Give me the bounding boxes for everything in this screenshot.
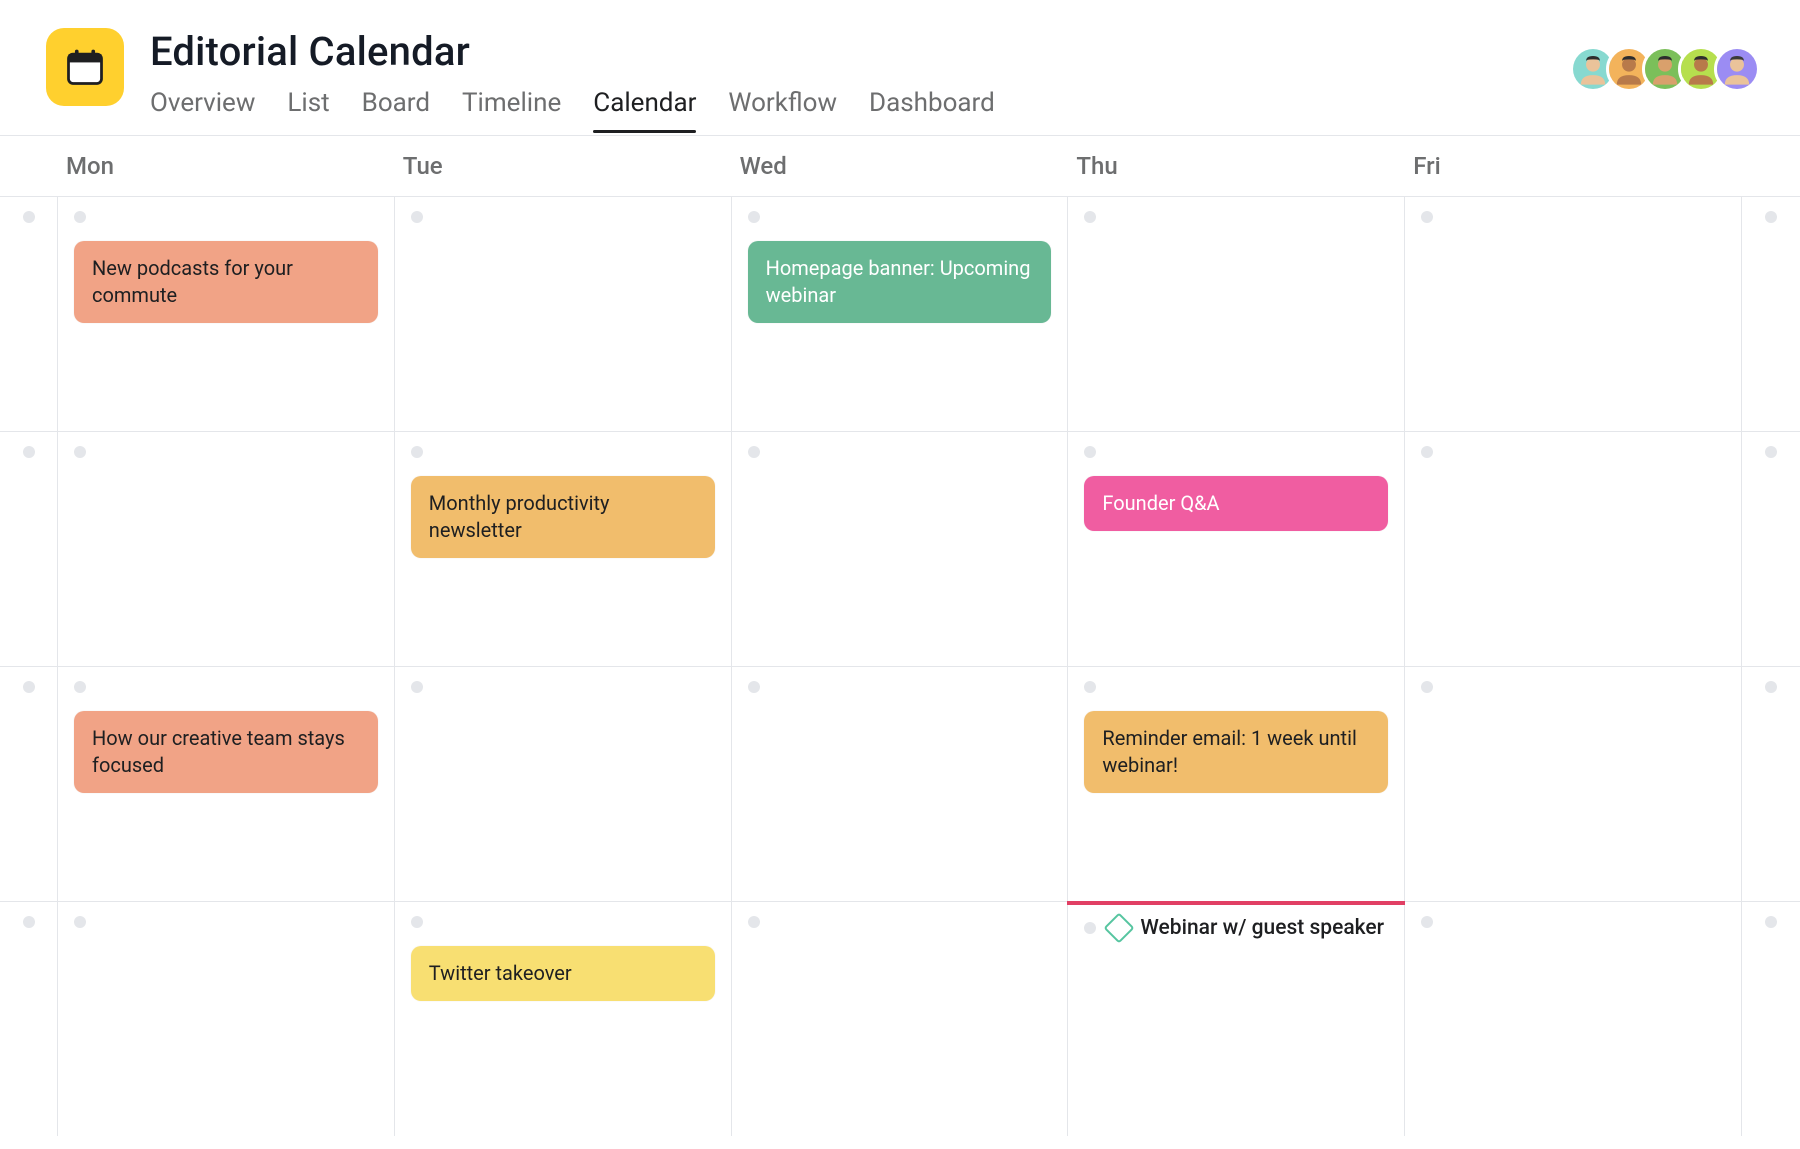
edge-cell	[1742, 901, 1800, 1136]
day-marker	[1084, 446, 1096, 458]
day-cell[interactable]	[732, 666, 1069, 901]
day-marker	[23, 916, 35, 928]
calendar-grid: New podcasts for your commute Homepage ba…	[0, 196, 1800, 1136]
day-marker	[1084, 681, 1096, 693]
header-main: Editorial Calendar Overview List Board Time…	[150, 28, 1580, 132]
project-calendar-icon	[46, 28, 124, 106]
day-marker	[748, 681, 760, 693]
day-marker	[411, 916, 423, 928]
edge-cell	[1742, 196, 1800, 431]
milestone-icon	[1104, 912, 1135, 943]
task-card[interactable]: Founder Q&A	[1084, 476, 1388, 531]
day-marker	[1765, 681, 1777, 693]
day-marker	[1765, 916, 1777, 928]
day-marker	[1084, 211, 1096, 223]
edge-cell	[1742, 666, 1800, 901]
day-marker	[411, 681, 423, 693]
weekday-row: MonTueWedThuFri	[0, 136, 1800, 196]
day-marker	[1765, 446, 1777, 458]
day-cell[interactable]: Webinar w/ guest speaker	[1068, 901, 1405, 1136]
day-marker	[74, 446, 86, 458]
tab-list[interactable]: List	[287, 88, 329, 132]
day-marker	[1421, 681, 1433, 693]
weekday-spacer	[0, 136, 58, 196]
task-card[interactable]: Monthly productivity newsletter	[411, 476, 715, 558]
day-cell[interactable]: Twitter takeover	[395, 901, 732, 1136]
day-marker	[23, 211, 35, 223]
day-marker	[74, 681, 86, 693]
day-cell[interactable]	[1068, 196, 1405, 431]
calendar-icon	[63, 45, 107, 89]
day-marker	[1421, 916, 1433, 928]
milestone-label: Webinar w/ guest speaker	[1140, 916, 1384, 940]
task-card[interactable]: Reminder email: 1 week until webinar!	[1084, 711, 1388, 793]
day-cell[interactable]: Reminder email: 1 week until webinar!	[1068, 666, 1405, 901]
day-marker	[23, 446, 35, 458]
milestone-task[interactable]: Webinar w/ guest speaker	[1084, 916, 1388, 940]
tabs: Overview List Board Timeline Calendar Workflo…	[150, 88, 1580, 132]
day-marker	[748, 211, 760, 223]
day-cell[interactable]	[58, 431, 395, 666]
day-marker	[23, 681, 35, 693]
day-marker	[411, 211, 423, 223]
weekday-thu: Thu	[1068, 136, 1405, 196]
day-marker	[1765, 211, 1777, 223]
page-title: Editorial Calendar	[150, 30, 1580, 74]
day-cell[interactable]	[395, 196, 732, 431]
day-marker	[1421, 446, 1433, 458]
tab-timeline[interactable]: Timeline	[462, 88, 561, 132]
tab-board[interactable]: Board	[362, 88, 430, 132]
weekday-wed: Wed	[732, 136, 1069, 196]
day-marker	[748, 446, 760, 458]
task-card[interactable]: Twitter takeover	[411, 946, 715, 1001]
header: Editorial Calendar Overview List Board Time…	[0, 0, 1800, 136]
tab-calendar[interactable]: Calendar	[593, 88, 696, 132]
day-cell[interactable]: Homepage banner: Upcoming webinar	[732, 196, 1069, 431]
weekday-fri: Fri	[1405, 136, 1742, 196]
day-cell[interactable]: Monthly productivity newsletter	[395, 431, 732, 666]
task-card[interactable]: New podcasts for your commute	[74, 241, 378, 323]
tab-workflow[interactable]: Workflow	[728, 88, 837, 132]
day-cell[interactable]: New podcasts for your commute	[58, 196, 395, 431]
day-marker	[1421, 211, 1433, 223]
day-cell[interactable]	[58, 901, 395, 1136]
day-marker	[1084, 922, 1096, 934]
edge-cell	[0, 431, 58, 666]
edge-cell	[0, 196, 58, 431]
tab-dashboard[interactable]: Dashboard	[869, 88, 995, 132]
task-card[interactable]: Homepage banner: Upcoming webinar	[748, 241, 1052, 323]
day-cell[interactable]	[1405, 196, 1742, 431]
weekday-mon: Mon	[58, 136, 395, 196]
weekday-tue: Tue	[395, 136, 732, 196]
edge-cell	[0, 901, 58, 1136]
task-card[interactable]: How our creative team stays focused	[74, 711, 378, 793]
day-cell[interactable]: Founder Q&A	[1068, 431, 1405, 666]
edge-cell	[1742, 431, 1800, 666]
weekday-spacer	[1742, 136, 1800, 196]
today-indicator	[1067, 901, 1405, 905]
day-cell[interactable]	[1405, 431, 1742, 666]
day-marker	[74, 916, 86, 928]
day-marker	[411, 446, 423, 458]
day-marker	[748, 916, 760, 928]
day-cell[interactable]	[732, 901, 1069, 1136]
tab-overview[interactable]: Overview	[150, 88, 255, 132]
day-cell[interactable]	[1405, 666, 1742, 901]
day-cell[interactable]	[395, 666, 732, 901]
day-cell[interactable]	[732, 431, 1069, 666]
day-cell[interactable]: How our creative team stays focused	[58, 666, 395, 901]
day-cell[interactable]	[1405, 901, 1742, 1136]
edge-cell	[0, 666, 58, 901]
avatar-member-5[interactable]	[1714, 46, 1760, 92]
day-marker	[74, 211, 86, 223]
avatar-group[interactable]	[1580, 46, 1760, 92]
